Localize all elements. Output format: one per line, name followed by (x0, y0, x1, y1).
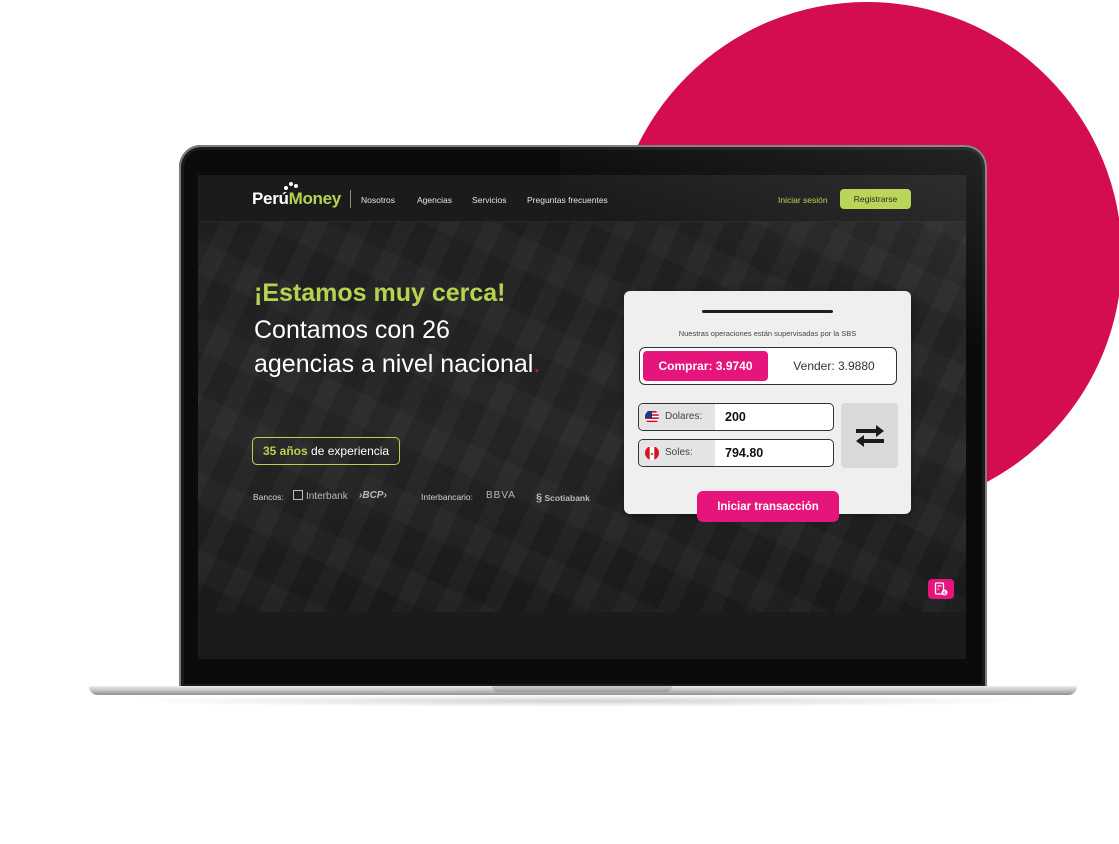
banks-label: Bancos: (253, 492, 284, 502)
brand-logo[interactable]: PerúMoney (252, 182, 342, 209)
bbva-logo: BBVA (486, 490, 516, 501)
start-transaction-button[interactable]: Iniciar transacción (697, 491, 839, 522)
dollars-label: Dolares: (639, 404, 715, 430)
scotiabank-name: Scotiabank (544, 493, 590, 503)
soles-label: Soles: (639, 440, 715, 466)
interbank-name: Interbank (306, 491, 348, 502)
swap-arrows-icon (855, 424, 884, 447)
nav-link-faq[interactable]: Preguntas frecuentes (527, 195, 608, 205)
laptop-notch (492, 686, 672, 692)
brand-name-part1: Perú (252, 189, 289, 208)
nav-link-agencias[interactable]: Agencias (417, 195, 452, 205)
dollars-amount[interactable]: 200 (725, 404, 746, 430)
nav-divider (350, 190, 351, 208)
nav-link-nosotros[interactable]: Nosotros (361, 195, 395, 205)
sell-rate-button[interactable]: Vender: 3.9880 (776, 351, 892, 381)
laptop-shadow (120, 695, 1045, 707)
experience-badge: 35 años de experiencia (252, 437, 401, 465)
brand-name-part2: Money (288, 189, 342, 208)
buy-sell-toggle: Comprar: 3.9740 Vender: 3.9880 (639, 347, 897, 385)
calculator-icon: $ (934, 582, 948, 596)
soles-field[interactable]: Soles: 794.80 (638, 439, 834, 467)
top-navbar: PerúMoney Nosotros Agencias Servicios Pr… (198, 175, 966, 222)
interbank-market-label: Interbancario: (421, 492, 473, 502)
dollars-label-text: Dolares: (665, 411, 703, 422)
calculator-button[interactable]: $ (928, 579, 954, 599)
peru-flag-icon (645, 446, 659, 460)
scotiabank-logo: § Scotiabank (536, 492, 590, 504)
logo-dots-icon (284, 182, 300, 190)
hero-period: . (533, 350, 541, 378)
soles-label-text: Soles: (665, 447, 693, 458)
sbs-supervision-note: Nuestras operaciones están supervisadas … (678, 329, 857, 338)
bcp-name: BCP (362, 490, 384, 501)
bcp-logo: ›BCP› (359, 490, 387, 501)
experience-years: 35 años (263, 444, 308, 458)
buy-rate-button[interactable]: Comprar: 3.9740 (643, 351, 768, 381)
card-handle-bar (702, 310, 833, 313)
login-link[interactable]: Iniciar sesión (778, 195, 828, 205)
interbank-icon (293, 490, 303, 500)
experience-text: de experiencia (307, 444, 390, 458)
interbank-logo: Interbank (293, 490, 348, 502)
scotiabank-icon: § (536, 492, 543, 504)
hero-subline: Contamos con 26 agencias a nivel naciona… (254, 313, 554, 381)
swap-currency-button[interactable] (841, 403, 898, 468)
us-flag-icon (645, 410, 659, 424)
register-button[interactable]: Registrarse (840, 189, 911, 209)
nav-link-servicios[interactable]: Servicios (472, 195, 506, 205)
hero-headline: ¡Estamos muy cerca! (254, 279, 506, 307)
soles-amount[interactable]: 794.80 (725, 440, 763, 466)
screen-footer-band (198, 612, 966, 659)
hero-subline-text: Contamos con 26 agencias a nivel naciona… (254, 316, 534, 378)
dollars-field[interactable]: Dolares: 200 (638, 403, 834, 431)
exchange-card: Nuestras operaciones están supervisadas … (624, 291, 911, 522)
